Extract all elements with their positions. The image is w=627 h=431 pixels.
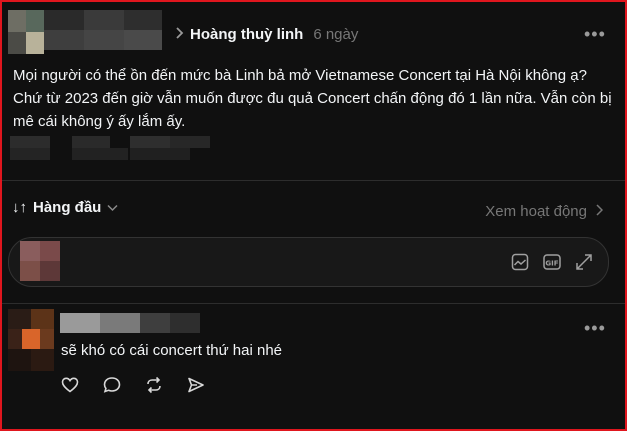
chevron-down-icon [107,201,118,215]
view-activity-link[interactable]: Xem hoạt động [485,203,604,220]
repost-icon[interactable] [144,375,164,395]
post-header: Hoàng thuỳ linh 6 ngày [174,22,358,46]
post-time: 6 ngày [313,25,359,43]
comment-text: sẽ khó có cái concert thứ hai nhé [61,342,283,359]
comment-divider [2,303,625,304]
composer-avatar [20,241,60,281]
sort-dropdown[interactable]: ↓↑ Hàng đầu [12,199,118,216]
gif-icon[interactable]: GIF [542,252,562,272]
like-icon[interactable] [60,375,80,395]
svg-text:GIF: GIF [545,260,558,268]
sort-icon: ↓↑ [12,199,27,216]
chevron-right-icon [174,26,184,42]
post-author-username-redacted [44,10,162,50]
share-icon[interactable] [186,375,206,395]
post-author-avatar[interactable] [8,10,44,54]
commenter-avatar[interactable] [8,309,54,371]
comment-more-button[interactable]: ••• [584,318,606,339]
post-redacted-media [10,136,210,160]
commenter-username-redacted [60,313,200,333]
post-divider [2,180,625,181]
reply-composer[interactable]: GIF [8,237,609,287]
post-body-text: Mọi người có thể ồn đến mức bà Linh bả m… [13,67,612,130]
expand-icon[interactable] [574,252,594,272]
sort-label: Hàng đầu [33,199,102,216]
image-icon[interactable] [510,252,530,272]
chevron-right-icon [595,203,604,220]
comment-actions [60,375,206,395]
post-more-button[interactable]: ••• [584,24,606,45]
view-activity-label: Xem hoạt động [485,203,587,220]
author-name[interactable]: Hoàng thuỳ linh [190,26,303,43]
reply-icon[interactable] [102,375,122,395]
